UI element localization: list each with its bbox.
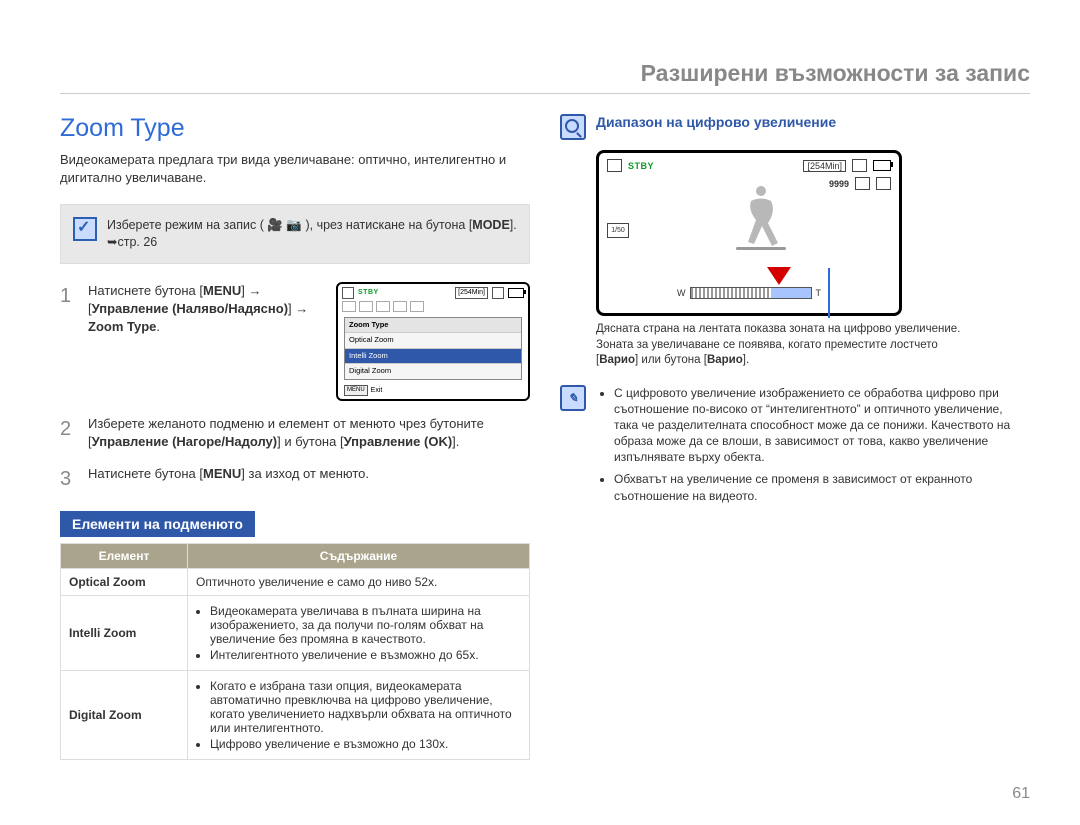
- info-chip: [393, 301, 407, 312]
- mode-callout: Изберете режим на запис ( 🎥 📷 ), чрез на…: [60, 204, 530, 264]
- note-item: Обхватът на увеличение се променя в зави…: [614, 471, 1030, 503]
- video-mode-icon: 🎥: [267, 218, 283, 232]
- step-1: Натиснете бутона [MENU] → [Управление (Н…: [88, 282, 326, 401]
- menu-item-digital: Digital Zoom: [345, 363, 521, 379]
- aspect-badge: 1/50: [607, 223, 629, 238]
- magnifier-icon: [560, 114, 586, 140]
- page-header: Разширени възможности за запис: [60, 60, 1030, 94]
- info-chip: [359, 301, 373, 312]
- battery-icon: [873, 160, 891, 171]
- step-3: Натиснете бутона [MENU] за изход от меню…: [88, 465, 530, 493]
- info-chip: [410, 301, 424, 312]
- sd-icon: [876, 177, 891, 190]
- step-number: 3: [60, 465, 78, 493]
- note-icon: ✎: [560, 385, 586, 411]
- step-number: 1: [60, 282, 78, 401]
- table-row: Optical Zoom Оптичното увеличение е само…: [61, 569, 530, 596]
- header-title: Разширени възможности за запис: [641, 60, 1030, 86]
- step-number: 2: [60, 415, 78, 451]
- stby-label: STBY: [358, 288, 379, 298]
- steps-list: 1 Натиснете бутона [MENU] → [Управление …: [60, 282, 530, 493]
- table-row: Digital Zoom Когато е избрана тази опция…: [61, 671, 530, 760]
- step-2: Изберете желаното подменю и елемент от м…: [88, 415, 530, 451]
- remaining-time: [254Min]: [803, 160, 846, 172]
- page-number: 61: [1012, 785, 1030, 803]
- left-column: Zoom Type Видеокамерата предлага три вид…: [60, 114, 530, 760]
- storage-icon: [492, 287, 504, 299]
- info-chip: [376, 301, 390, 312]
- skater-silhouette: [731, 183, 791, 253]
- menu-preview: STBY [254Min] Z: [336, 282, 530, 401]
- zoom-marker-icon: [767, 267, 791, 285]
- mode-icon: [342, 287, 354, 299]
- info-chip: [342, 301, 356, 312]
- notes-block: ✎ С цифровото увеличение изображението с…: [560, 385, 1030, 510]
- mode-icon: [607, 159, 622, 172]
- shots-remaining: 9999: [829, 179, 849, 189]
- callout-text: Изберете режим на запис ( 🎥 📷 ), чрез на…: [107, 217, 517, 251]
- checkmark-icon: [73, 217, 97, 241]
- menu-item-intelli: Intelli Zoom: [345, 348, 521, 364]
- menu-title: Zoom Type: [345, 318, 521, 333]
- menu-box: Zoom Type Optical Zoom Intelli Zoom Digi…: [344, 317, 522, 380]
- feature-title: Диапазон на цифрово увеличение: [596, 114, 836, 130]
- submenu-header: Елементи на подменюто: [60, 511, 255, 537]
- exit-label: Exit: [371, 386, 383, 396]
- submenu-table: Елемент Съдържание Optical Zoom Оптичнот…: [60, 543, 530, 760]
- callout-line: [828, 268, 830, 318]
- resolution-icon: [855, 177, 870, 190]
- stby-label: STBY: [628, 161, 654, 171]
- photo-mode-icon: 📷: [286, 218, 302, 232]
- zoom-tele-label: T: [816, 288, 822, 298]
- preview-caption: Дясната страна на лентата показва зоната…: [596, 322, 976, 369]
- zoom-bar: W T: [677, 287, 821, 299]
- right-column: Диапазон на цифрово увеличение STBY [254…: [560, 114, 1030, 760]
- storage-icon: [852, 159, 867, 172]
- col-content: Съдържание: [188, 544, 530, 569]
- menu-button-icon: MENU: [344, 385, 368, 395]
- zoom-wide-label: W: [677, 288, 686, 298]
- zoom-preview: STBY [254Min] 9999 1/50: [596, 150, 902, 316]
- remaining-time: [254Min]: [455, 287, 488, 299]
- menu-item-optical: Optical Zoom: [345, 332, 521, 348]
- section-title: Zoom Type: [60, 114, 530, 143]
- note-item: С цифровото увеличение изображението се …: [614, 385, 1030, 466]
- battery-icon: [508, 288, 524, 298]
- table-row: Intelli Zoom Видеокамерата увеличава в п…: [61, 596, 530, 671]
- intro-paragraph: Видеокамерата предлага три вида увеличав…: [60, 151, 530, 186]
- col-item: Елемент: [61, 544, 188, 569]
